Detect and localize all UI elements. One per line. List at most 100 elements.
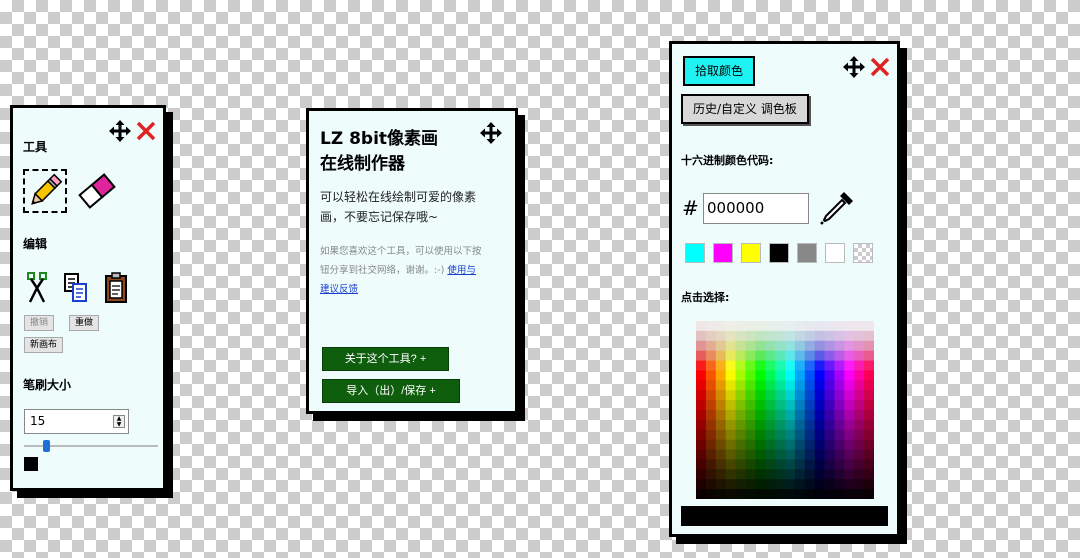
color-grid-cell[interactable]: [755, 439, 766, 450]
color-grid-cell[interactable]: [785, 419, 796, 431]
import-export-save-button[interactable]: 导入（出）/保存 +: [322, 379, 460, 403]
color-swatch[interactable]: [769, 243, 789, 263]
color-grid-cell[interactable]: [705, 449, 717, 460]
color-grid-cell[interactable]: [765, 340, 776, 352]
color-grid-cell[interactable]: [804, 419, 816, 431]
color-grid-cell[interactable]: [834, 360, 845, 371]
color-grid-cell[interactable]: [696, 340, 707, 352]
color-grid-cell[interactable]: [705, 429, 717, 441]
color-grid-cell[interactable]: [775, 380, 786, 391]
color-grid-cell[interactable]: [765, 489, 776, 499]
color-grid-cell[interactable]: [725, 400, 736, 411]
color-grid-cell[interactable]: [735, 390, 746, 401]
color-grid-cell[interactable]: [705, 400, 717, 411]
color-grid-cell[interactable]: [775, 459, 786, 470]
color-grid-cell[interactable]: [804, 360, 816, 371]
color-grid-cell[interactable]: [824, 410, 835, 421]
color-grid-cell[interactable]: [864, 410, 874, 421]
color-grid-cell[interactable]: [785, 429, 796, 441]
color-grid-cell[interactable]: [785, 459, 796, 470]
color-grid-cell[interactable]: [775, 350, 786, 361]
color-grid-cell[interactable]: [735, 419, 746, 431]
color-grid-cell[interactable]: [814, 321, 825, 332]
color-grid-cell[interactable]: [775, 321, 786, 332]
color-grid-cell[interactable]: [844, 380, 855, 391]
close-icon[interactable]: [868, 55, 892, 79]
color-grid-cell[interactable]: [775, 340, 786, 352]
color-grid-cell[interactable]: [705, 340, 717, 352]
color-grid-cell[interactable]: [715, 400, 727, 411]
color-grid-cell[interactable]: [804, 380, 816, 391]
color-grid-cell[interactable]: [755, 410, 766, 421]
color-grid-cell[interactable]: [765, 479, 776, 490]
color-grid-cell[interactable]: [715, 449, 727, 460]
color-grid-cell[interactable]: [735, 330, 746, 342]
color-grid-cell[interactable]: [735, 459, 746, 470]
color-grid-cell[interactable]: [864, 469, 874, 480]
color-grid-cell[interactable]: [794, 400, 806, 411]
color-grid-cell[interactable]: [696, 449, 707, 460]
color-grid-cell[interactable]: [804, 469, 816, 480]
color-grid-cell[interactable]: [785, 400, 796, 411]
color-grid-cell[interactable]: [804, 330, 816, 342]
color-grid-cell[interactable]: [854, 489, 865, 499]
color-grid-cell[interactable]: [696, 419, 707, 431]
color-grid-cell[interactable]: [824, 459, 835, 470]
color-grid-cell[interactable]: [725, 419, 736, 431]
color-grid-cell[interactable]: [794, 330, 806, 342]
color-grid-cell[interactable]: [775, 489, 786, 499]
color-grid-cell[interactable]: [735, 489, 746, 499]
color-grid-cell[interactable]: [814, 429, 825, 441]
color-grid-cell[interactable]: [715, 321, 727, 332]
color-grid-cell[interactable]: [755, 419, 766, 431]
color-grid-cell[interactable]: [735, 321, 746, 332]
color-grid-cell[interactable]: [814, 360, 825, 371]
color-grid-cell[interactable]: [824, 429, 835, 441]
color-grid-cell[interactable]: [755, 330, 766, 342]
color-grid-cell[interactable]: [755, 380, 766, 391]
color-swatch[interactable]: [713, 243, 733, 263]
color-grid-cell[interactable]: [755, 390, 766, 401]
color-grid-cell[interactable]: [834, 390, 845, 401]
color-grid-cell[interactable]: [854, 449, 865, 460]
color-grid-cell[interactable]: [775, 330, 786, 342]
color-grid-cell[interactable]: [735, 360, 746, 371]
color-grid-cell[interactable]: [824, 350, 835, 361]
color-grid-cell[interactable]: [794, 489, 806, 499]
color-grid-cell[interactable]: [735, 400, 746, 411]
color-grid-cell[interactable]: [834, 459, 845, 470]
color-grid-cell[interactable]: [824, 380, 835, 391]
color-grid-cell[interactable]: [794, 390, 806, 401]
color-grid-cell[interactable]: [844, 340, 855, 352]
color-grid-cell[interactable]: [725, 449, 736, 460]
color-grid-cell[interactable]: [725, 479, 736, 490]
brush-size-input[interactable]: 15 ▲ ▼: [24, 409, 129, 434]
color-grid-cell[interactable]: [864, 479, 874, 490]
hex-input[interactable]: 000000: [703, 193, 809, 224]
about-tool-button[interactable]: 关于这个工具? +: [322, 347, 449, 371]
color-grid-cell[interactable]: [804, 479, 816, 490]
color-grid-cell[interactable]: [854, 400, 865, 411]
color-grid-cell[interactable]: [696, 400, 707, 411]
color-grid-cell[interactable]: [814, 419, 825, 431]
color-grid-cell[interactable]: [705, 350, 717, 361]
color-grid-cell[interactable]: [696, 479, 707, 490]
color-grid-cell[interactable]: [864, 419, 874, 431]
color-grid-cell[interactable]: [705, 439, 717, 450]
color-grid-cell[interactable]: [834, 479, 845, 490]
color-grid-cell[interactable]: [725, 410, 736, 421]
color-grid-cell[interactable]: [824, 360, 835, 371]
color-grid-cell[interactable]: [696, 321, 707, 332]
color-grid-cell[interactable]: [696, 459, 707, 470]
color-grid-cell[interactable]: [705, 321, 717, 332]
color-grid-cell[interactable]: [785, 479, 796, 490]
color-grid-cell[interactable]: [765, 400, 776, 411]
color-grid-cell[interactable]: [775, 449, 786, 460]
color-grid-cell[interactable]: [745, 400, 756, 411]
color-grid-cell[interactable]: [765, 380, 776, 391]
color-grid-cell[interactable]: [715, 459, 727, 470]
color-grid-cell[interactable]: [755, 370, 766, 381]
color-grid-cell[interactable]: [735, 340, 746, 352]
color-grid-cell[interactable]: [814, 489, 825, 499]
color-grid-cell[interactable]: [715, 489, 727, 499]
